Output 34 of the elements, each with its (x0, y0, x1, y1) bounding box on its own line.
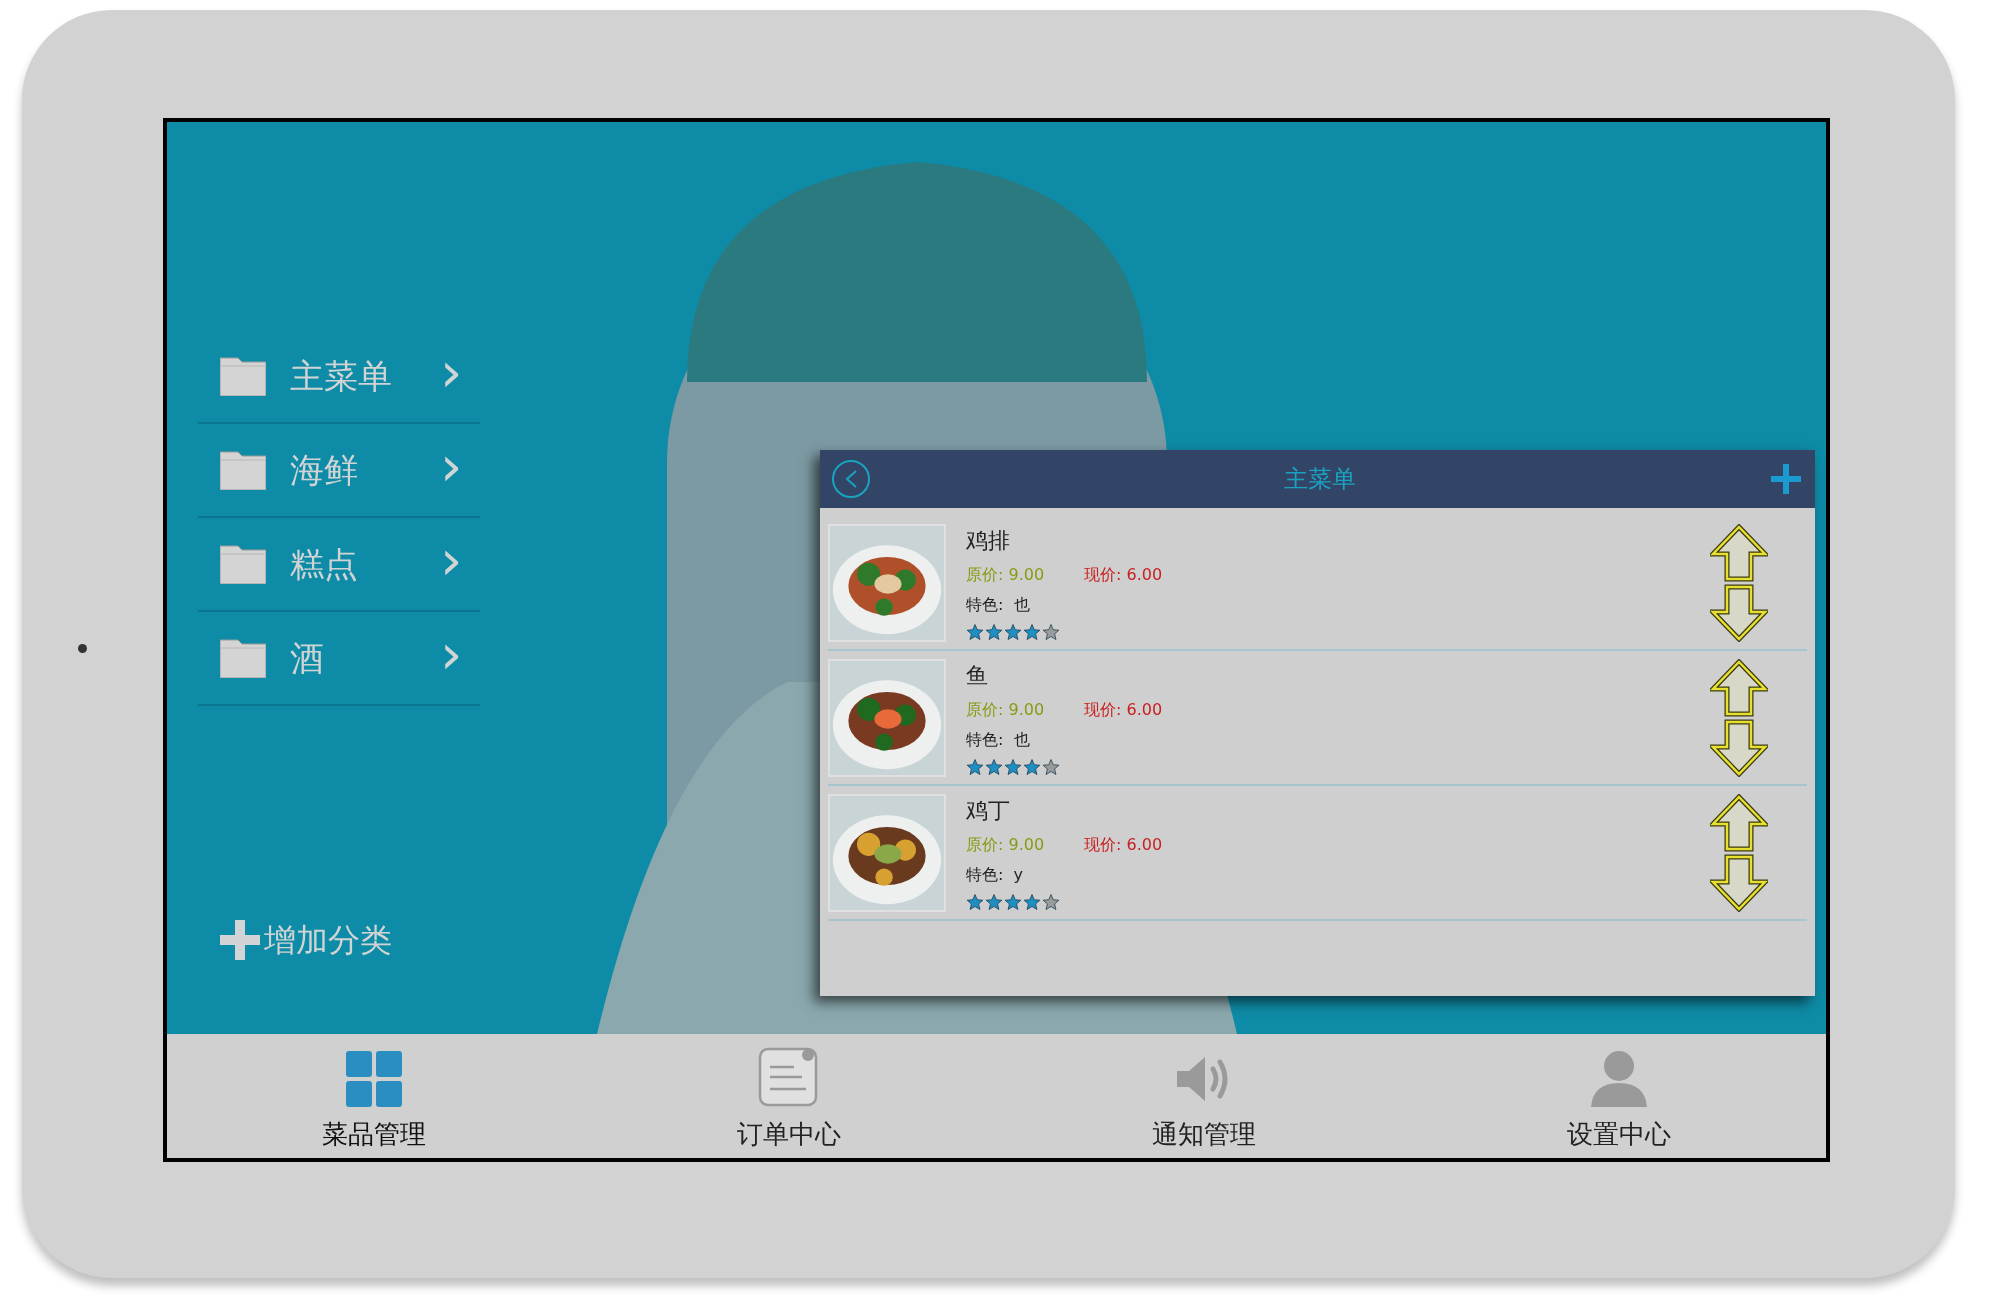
person-icon (1588, 1049, 1649, 1107)
nav-tab[interactable]: 订单中心 (581, 1034, 997, 1158)
up-arrow-icon (1710, 793, 1768, 852)
up-arrow-icon (1710, 658, 1768, 717)
category-label: 主菜单 (290, 354, 393, 398)
category-label: 糕点 (290, 542, 359, 586)
move-up-button[interactable] (1709, 522, 1769, 583)
down-arrow-icon (1710, 718, 1768, 777)
dialog-title: 主菜单 (1282, 464, 1357, 495)
folder-icon (220, 544, 266, 584)
down-arrow-icon (1710, 853, 1768, 912)
chevron-icon: › (440, 626, 463, 682)
move-up-button[interactable] (1709, 792, 1769, 853)
chevron-icon: › (440, 438, 463, 494)
folder-icon (220, 356, 266, 396)
chevron-icon: › (440, 344, 463, 400)
up-arrow-icon (1710, 523, 1768, 582)
plus-icon (220, 920, 260, 960)
category-label: 海鲜 (290, 448, 359, 492)
add-button[interactable] (1769, 462, 1803, 496)
move-up-button[interactable] (1709, 657, 1769, 718)
plus-icon (1771, 464, 1801, 494)
category-label: 酒 (290, 636, 325, 680)
chevron-icon: › (440, 532, 463, 588)
move-down-button[interactable] (1709, 852, 1769, 913)
folder-icon (220, 450, 266, 490)
folder-icon (220, 638, 266, 678)
down-arrow-icon (1710, 583, 1768, 642)
nav-tab[interactable]: 设置中心 (1411, 1034, 1826, 1158)
grid-icon (346, 1051, 403, 1107)
move-down-button[interactable] (1709, 717, 1769, 778)
move-down-button[interactable] (1709, 582, 1769, 643)
nav-tab[interactable]: 菜品管理 (167, 1034, 582, 1158)
nav-tab[interactable]: 通知管理 (996, 1034, 1412, 1158)
